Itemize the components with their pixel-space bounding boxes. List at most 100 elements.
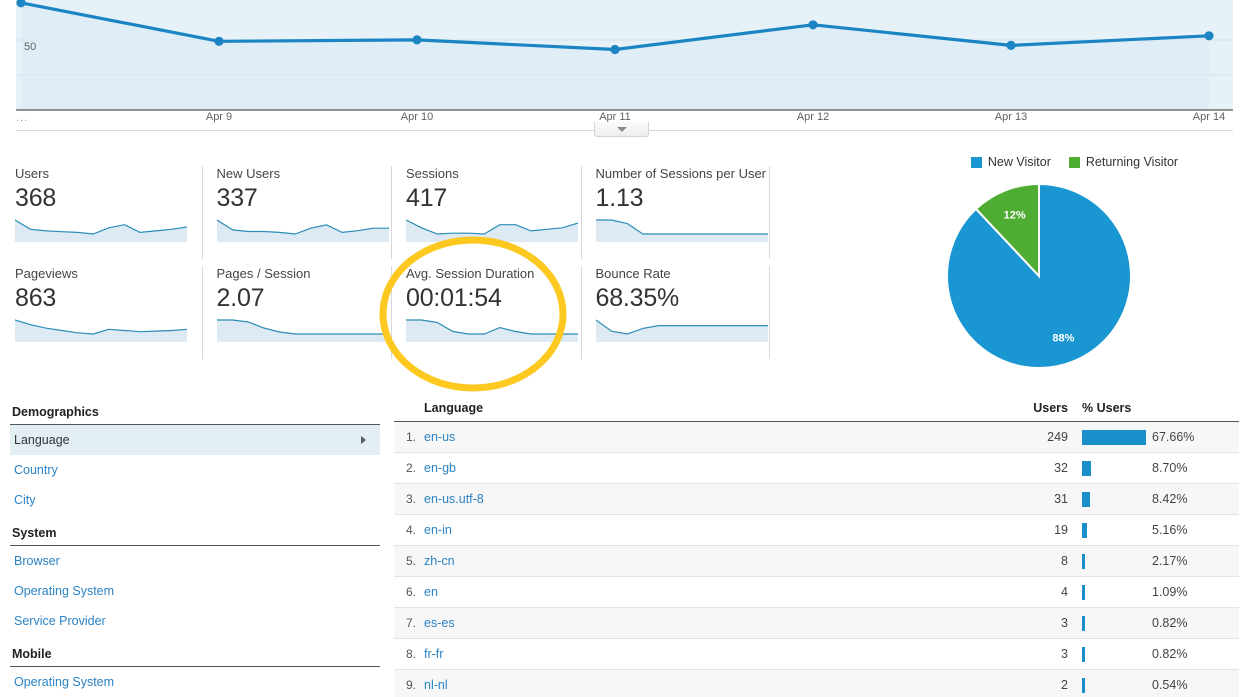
x-axis-tick-label: Apr 10 <box>400 111 434 123</box>
metrics-summary-panel: Users 368 New Users 337 Sessions 417 Num… <box>12 166 770 359</box>
row-pct-bar-wrap <box>1074 646 1146 662</box>
metric-label: Avg. Session Duration <box>406 266 535 281</box>
sidebar-item-browser[interactable]: Browser <box>10 546 380 576</box>
row-pct-cell: 8.70% <box>1074 460 1239 476</box>
metric-value: 1.13 <box>595 184 644 212</box>
sparkline-area <box>216 320 389 342</box>
table-body: 1. en-us 249 67.66% 2. en-gb 32 8.70% 3. en-us.ut… <box>394 422 1239 697</box>
language-link[interactable]: en-us <box>424 430 455 444</box>
row-rank: 5. <box>405 554 416 568</box>
row-pct-bar <box>1082 491 1091 507</box>
row-users-value: 3 <box>1061 647 1068 661</box>
metric-card-new-users[interactable]: New Users 337 <box>201 166 392 259</box>
row-language-cell: en-us <box>424 430 996 444</box>
row-rank: 4. <box>405 523 416 537</box>
sidebar-item-country[interactable]: Country <box>10 455 380 485</box>
sidebar-item-language[interactable]: Language <box>10 425 380 455</box>
row-rank: 1. <box>405 430 416 444</box>
sparkline-area <box>406 220 578 242</box>
table-row[interactable]: 6. en 4 1.09% <box>394 577 1239 608</box>
table-row[interactable]: 4. en-in 19 5.16% <box>394 515 1239 546</box>
sidebar-item-operating-system[interactable]: Operating System <box>10 667 380 697</box>
metric-sparkline <box>15 318 187 342</box>
pie-svg[interactable]: 88% 12% <box>900 175 1249 390</box>
table-row[interactable]: 2. en-gb 32 8.70% <box>394 453 1239 484</box>
legend-swatch-icon <box>970 156 982 168</box>
nav-section-heading: Demographics <box>10 400 380 425</box>
row-users-value: 8 <box>1061 554 1068 568</box>
metric-sparkline <box>216 318 389 342</box>
metric-sparkline <box>595 318 768 342</box>
metric-card-sessions-per-user[interactable]: Number of Sessions per User 1.13 <box>580 166 770 259</box>
metric-card-avg-session-duration[interactable]: Avg. Session Duration 00:01:54 <box>391 266 581 359</box>
legend-label: New Visitor <box>987 155 1051 169</box>
timeline-point[interactable] <box>214 36 224 46</box>
row-language-cell: en-gb <box>424 461 996 475</box>
pie-legend: New Visitor Returning Visitor <box>900 155 1249 169</box>
row-pct-bar-wrap <box>1074 677 1146 693</box>
language-link[interactable]: es-es <box>424 616 455 630</box>
sidebar-item-label: City <box>14 493 36 507</box>
metric-value: 00:01:54 <box>406 284 502 312</box>
row-rank: 8. <box>405 647 416 661</box>
table-row[interactable]: 8. fr-fr 3 0.82% <box>394 639 1239 670</box>
timeline-point[interactable] <box>412 35 422 45</box>
row-pct-value: 1.09% <box>1152 585 1188 599</box>
sidebar-item-operating-system[interactable]: Operating System <box>10 576 380 606</box>
table-row[interactable]: 9. nl-nl 2 0.54% <box>394 670 1239 697</box>
analytics-audience-overview-page: 50 ... Apr 9 Apr 10 Apr 11 Apr 12 Apr 13 Apr … <box>0 0 1249 697</box>
table-row[interactable]: 1. en-us 249 67.66% <box>394 422 1239 453</box>
row-pct-cell: 5.16% <box>1074 522 1239 538</box>
metric-label: Bounce Rate <box>595 266 671 281</box>
metric-card-pages-per-session[interactable]: Pages / Session 2.07 <box>201 266 392 359</box>
row-users-value: 31 <box>1054 492 1068 506</box>
language-link[interactable]: fr-fr <box>424 647 443 661</box>
timeline-point[interactable] <box>610 44 620 55</box>
row-language-cell: nl-nl <box>424 678 996 692</box>
timeline-point[interactable] <box>1204 31 1214 41</box>
column-header-pct-users: % Users <box>1082 401 1132 415</box>
metric-card-sessions[interactable]: Sessions 417 <box>391 166 581 259</box>
metric-value: 68.35% <box>595 284 680 312</box>
sidebar-item-service-provider[interactable]: Service Provider <box>10 606 380 636</box>
sidebar-item-label: Language <box>14 433 70 447</box>
row-language-cell: es-es <box>424 616 996 630</box>
timeline-point[interactable] <box>1006 40 1016 51</box>
legend-item-new-visitor[interactable]: New Visitor <box>970 155 1051 169</box>
language-link[interactable]: en-in <box>424 523 452 537</box>
row-pct-bar-wrap <box>1074 553 1146 569</box>
row-rank: 3. <box>405 492 416 506</box>
row-pct-bar <box>1082 429 1146 445</box>
table-row[interactable]: 7. es-es 3 0.82% <box>394 608 1239 639</box>
x-axis-tick-label: Apr 13 <box>994 111 1028 123</box>
language-link[interactable]: en-us.utf-8 <box>424 492 484 506</box>
chart-expand-button[interactable] <box>594 122 649 137</box>
sidebar-item-city[interactable]: City <box>10 485 380 515</box>
table-row[interactable]: 3. en-us.utf-8 31 8.42% <box>394 484 1239 515</box>
row-pct-bar <box>1082 522 1088 538</box>
row-rank: 6. <box>405 585 416 599</box>
language-link[interactable]: zh-cn <box>424 554 455 568</box>
metric-sparkline <box>406 218 578 242</box>
metric-card-bounce-rate[interactable]: Bounce Rate 68.35% <box>580 266 770 359</box>
language-link[interactable]: en <box>424 585 438 599</box>
metric-value: 863 <box>15 284 57 312</box>
table-row[interactable]: 5. zh-cn 8 2.17% <box>394 546 1239 577</box>
legend-item-returning-visitor[interactable]: Returning Visitor <box>1068 155 1178 169</box>
dimension-sidebar: Demographics Language Country City System Bro… <box>10 400 380 697</box>
new-vs-returning-pie-chart: New Visitor Returning Visitor 88% 12% <box>900 150 1249 390</box>
row-pct-bar <box>1082 646 1085 662</box>
sidebar-item-label: Operating System <box>14 675 115 689</box>
pie-slice-label-new: 88% <box>1052 333 1074 345</box>
metric-label: Pageviews <box>15 266 78 281</box>
chevron-right-icon <box>361 436 366 444</box>
timeline-point[interactable] <box>808 20 818 30</box>
row-language-cell: en-us.utf-8 <box>424 492 996 506</box>
metric-card-users[interactable]: Users 368 <box>12 166 202 259</box>
row-pct-value: 8.70% <box>1152 461 1188 475</box>
row-pct-bar <box>1082 615 1085 631</box>
language-link[interactable]: en-gb <box>424 461 456 475</box>
metric-card-pageviews[interactable]: Pageviews 863 <box>12 266 202 359</box>
sidebar-item-label: Country <box>14 463 58 477</box>
language-link[interactable]: nl-nl <box>424 678 448 692</box>
